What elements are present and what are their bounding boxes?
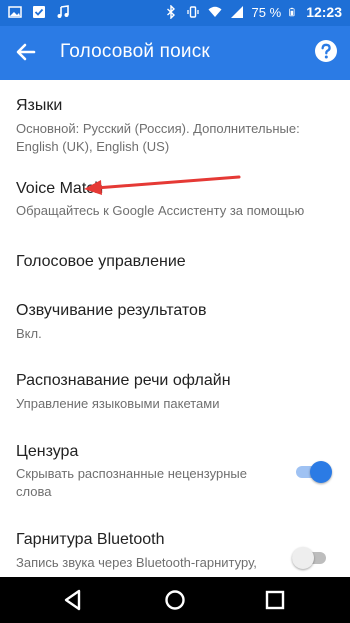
setting-offline-recognition[interactable]: Распознавание речи офлайн Управление язы… (0, 362, 350, 418)
setting-bluetooth-headset[interactable]: Гарнитура Bluetooth Запись звука через B… (0, 520, 350, 577)
setting-subtitle: Скрывать распознанные нецензурные слова (16, 466, 247, 499)
setting-title: Озвучивание результатов (16, 302, 207, 319)
setting-title: Цензура (16, 443, 79, 460)
vibrate-icon (186, 6, 199, 18)
checkmark-icon (33, 6, 45, 18)
setting-subtitle: Обращайтесь к Google Ассистенту за помощ… (16, 203, 305, 218)
battery-percent: 75 % (251, 4, 282, 20)
setting-title: Voice Match (16, 180, 104, 197)
clock: 12:23 (306, 4, 342, 20)
system-icons: 75 % 12:23 (164, 4, 342, 20)
setting-censorship[interactable]: Цензура Скрывать распознанные нецензурны… (0, 430, 350, 502)
help-icon[interactable] (314, 39, 338, 63)
setting-title: Языки (16, 97, 63, 114)
status-bar: 75 % 12:23 (0, 0, 350, 26)
app-bar: Голосовой поиск (0, 26, 350, 80)
back-triangle-icon[interactable] (60, 587, 86, 613)
setting-title: Гарнитура Bluetooth (16, 531, 165, 548)
bluetooth-headset-toggle[interactable] (292, 546, 328, 569)
battery-icon (289, 7, 295, 17)
setting-title: Распознавание речи офлайн (16, 372, 231, 389)
notification-icons (8, 5, 70, 19)
toggle-thumb (292, 547, 314, 569)
bluetooth-icon (166, 5, 175, 19)
censorship-toggle[interactable] (296, 460, 332, 483)
setting-voice-match[interactable]: Voice Match Обращайтесь к Google Ассисте… (0, 172, 350, 224)
back-arrow-icon[interactable] (12, 38, 40, 66)
wifi-icon (208, 6, 222, 17)
setting-subtitle: Основной: Русский (Россия). Дополнительн… (16, 121, 300, 154)
settings-list: Языки Основной: Русский (Россия). Дополн… (0, 80, 350, 577)
screen: 75 % 12:23 Голосовой поиск Языки Основно… (0, 0, 350, 623)
setting-subtitle: Вкл. (16, 326, 42, 341)
setting-languages[interactable]: Языки Основной: Русский (Россия). Дополн… (0, 90, 350, 160)
setting-voice-control[interactable]: Голосовое управление (0, 240, 350, 284)
home-circle-icon[interactable] (162, 587, 188, 613)
setting-subtitle: Управление языковыми пакетами (16, 396, 220, 411)
image-icon (8, 6, 22, 18)
toggle-thumb (310, 461, 332, 483)
setting-title: Голосовое управление (16, 253, 186, 270)
page-title: Голосовой поиск (60, 41, 210, 62)
recents-square-icon[interactable] (262, 587, 288, 613)
setting-speech-output[interactable]: Озвучивание результатов Вкл. (0, 292, 350, 348)
music-icon (57, 5, 69, 18)
navigation-bar (0, 577, 350, 623)
setting-subtitle: Запись звука через Bluetooth-гарнитуру, … (16, 555, 257, 577)
signal-icon (230, 6, 243, 18)
